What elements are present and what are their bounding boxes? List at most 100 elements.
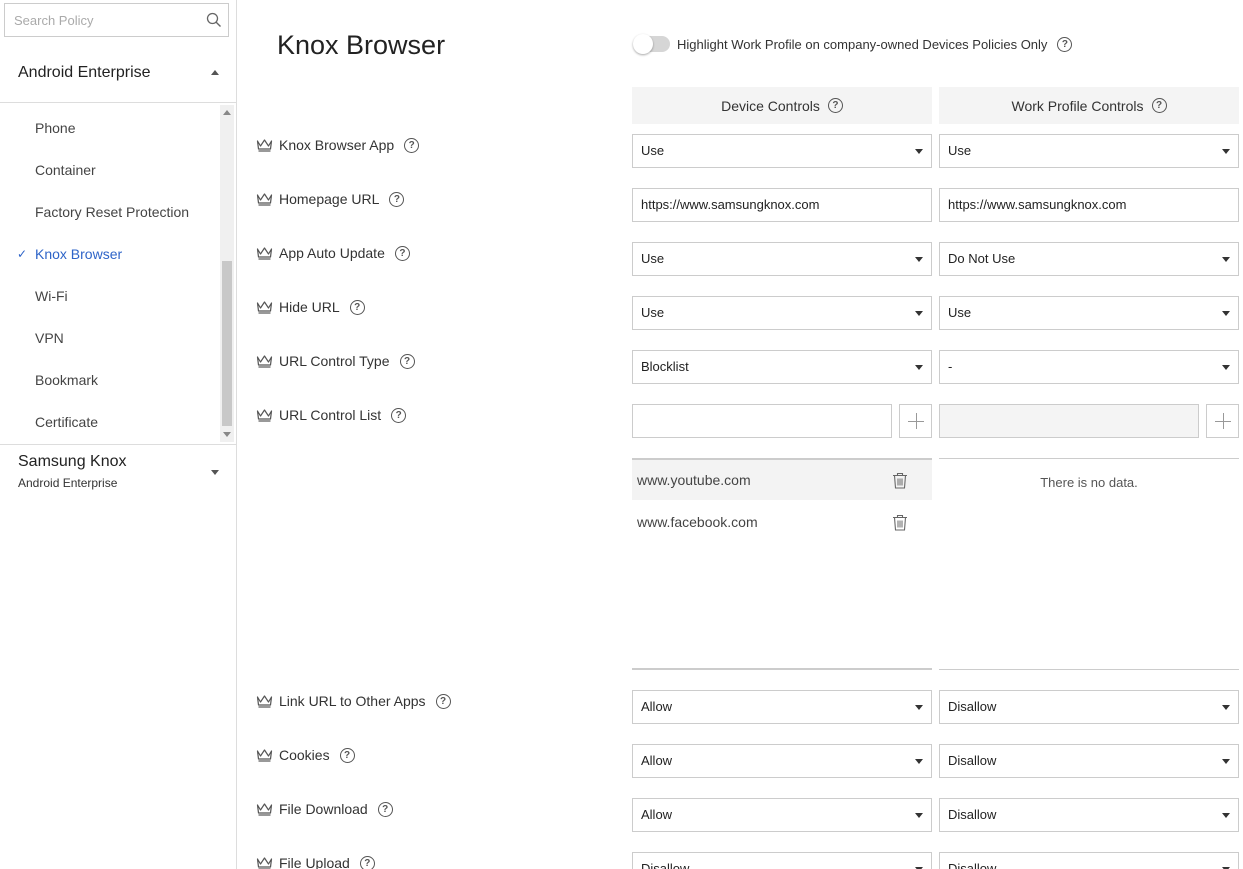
column-title: Device Controls	[721, 97, 820, 114]
trash-icon[interactable]	[892, 514, 908, 531]
chevron-down-icon[interactable]	[211, 470, 219, 475]
sidebar-item-wifi[interactable]: Wi-Fi	[35, 288, 68, 304]
row-label-text: Cookies	[279, 747, 330, 763]
row-label-url-control-type: URL Control Type ?	[256, 353, 415, 369]
help-icon[interactable]: ?	[389, 191, 405, 207]
hide-url-work-profile-select[interactable]: Use	[939, 296, 1239, 330]
help-icon[interactable]: ?	[359, 855, 375, 869]
dropdown-arrow-icon	[915, 149, 923, 154]
highlight-work-profile-toggle[interactable]	[633, 34, 670, 54]
homepage-url-work-profile-input[interactable]: https://www.samsungknox.com	[939, 188, 1239, 222]
dropdown-arrow-icon	[915, 311, 923, 316]
knox-browser-app-device-select[interactable]: Use	[632, 134, 932, 168]
dropdown-arrow-icon	[1222, 813, 1230, 818]
select-value: Disallow	[948, 699, 997, 714]
row-label-cookies: Cookies ?	[256, 747, 355, 763]
chevron-up-icon[interactable]	[211, 70, 219, 75]
dropdown-arrow-icon	[915, 257, 923, 262]
help-icon[interactable]: ?	[399, 353, 415, 369]
sidebar-item-factory-reset-protection[interactable]: Factory Reset Protection	[35, 204, 189, 220]
group-samsung-knox[interactable]: Samsung Knox Android Enterprise	[0, 444, 236, 504]
row-label-text: App Auto Update	[279, 245, 385, 261]
sidebar-item-certificate[interactable]: Certificate	[35, 414, 98, 430]
sidebar-item-knox-browser[interactable]: Knox Browser	[35, 246, 122, 262]
row-label-hide-url: Hide URL ?	[256, 299, 365, 315]
search-input[interactable]	[5, 4, 228, 36]
sidebar-item-container[interactable]: Container	[35, 162, 96, 178]
nav-list: Phone Container Factory Reset Protection…	[0, 105, 236, 443]
help-icon[interactable]: ?	[404, 137, 420, 153]
row-label-text: File Upload	[279, 855, 350, 869]
app-auto-update-work-profile-select[interactable]: Do Not Use	[939, 242, 1239, 276]
crown-icon	[256, 695, 273, 708]
search-box[interactable]	[4, 3, 229, 37]
sidebar-item-phone[interactable]: Phone	[35, 120, 75, 136]
dropdown-arrow-icon	[1222, 149, 1230, 154]
link-url-work-profile-select[interactable]: Disallow	[939, 690, 1239, 724]
url-control-list-device-input[interactable]	[632, 404, 892, 438]
dropdown-arrow-icon	[1222, 365, 1230, 370]
help-icon[interactable]: ?	[1151, 98, 1167, 113]
file-download-device-select[interactable]: Allow	[632, 798, 932, 832]
row-label-link-url-to-other-apps: Link URL to Other Apps ?	[256, 693, 451, 709]
group-title: Android Enterprise	[18, 64, 151, 81]
scroll-thumb[interactable]	[222, 261, 232, 426]
cookies-work-profile-select[interactable]: Disallow	[939, 744, 1239, 778]
row-label-text: Link URL to Other Apps	[279, 693, 426, 709]
page-title: Knox Browser	[277, 30, 446, 60]
app-auto-update-device-select[interactable]: Use	[632, 242, 932, 276]
select-value: Use	[641, 305, 665, 320]
select-value: Use	[948, 305, 972, 320]
dropdown-arrow-icon	[1222, 311, 1230, 316]
homepage-url-device-input[interactable]: https://www.samsungknox.com	[632, 188, 932, 222]
empty-state: There is no data.	[1040, 475, 1138, 490]
group-android-enterprise[interactable]: Android Enterprise	[0, 48, 236, 103]
file-download-work-profile-select[interactable]: Disallow	[939, 798, 1239, 832]
row-label-knox-browser-app: Knox Browser App ?	[256, 137, 420, 153]
file-upload-device-select[interactable]: Disallow	[632, 852, 932, 869]
help-icon[interactable]: ?	[827, 98, 843, 113]
help-icon[interactable]: ?	[339, 747, 355, 763]
trash-icon[interactable]	[892, 472, 908, 489]
url-control-type-device-select[interactable]: Blocklist	[632, 350, 932, 384]
cookies-device-select[interactable]: Allow	[632, 744, 932, 778]
list-item: www.facebook.com	[632, 502, 932, 542]
help-icon[interactable]: ?	[394, 245, 410, 261]
file-upload-work-profile-select[interactable]: Disallow	[939, 852, 1239, 869]
list-item: www.youtube.com	[632, 460, 932, 500]
scroll-down-icon[interactable]	[223, 432, 231, 437]
help-icon[interactable]: ?	[435, 693, 451, 709]
url-control-list-work-profile-input[interactable]	[939, 404, 1199, 438]
help-icon[interactable]: ?	[391, 407, 407, 423]
select-value: Do Not Use	[948, 251, 1016, 266]
select-value: -	[948, 359, 953, 374]
group-subtitle: Android Enterprise	[18, 476, 118, 490]
add-url-device-button[interactable]	[899, 404, 932, 438]
scroll-up-icon[interactable]	[223, 110, 231, 115]
help-icon[interactable]: ?	[1057, 36, 1073, 52]
search-icon[interactable]	[206, 12, 222, 28]
sidebar-item-bookmark[interactable]: Bookmark	[35, 372, 98, 388]
crown-icon	[256, 749, 273, 762]
toggle-label: Highlight Work Profile on company-owned …	[677, 36, 1048, 52]
dropdown-arrow-icon	[915, 759, 923, 764]
url-control-list-device: www.youtube.com www.facebook.com	[632, 458, 932, 670]
select-value: Disallow	[948, 807, 997, 822]
dropdown-arrow-icon	[915, 365, 923, 370]
help-icon[interactable]: ?	[377, 801, 393, 817]
dropdown-arrow-icon	[915, 705, 923, 710]
add-url-work-profile-button[interactable]	[1206, 404, 1239, 438]
select-value: Use	[948, 143, 972, 158]
row-label-text: File Download	[279, 801, 368, 817]
url-control-type-work-profile-select[interactable]: -	[939, 350, 1239, 384]
hide-url-device-select[interactable]: Use	[632, 296, 932, 330]
knox-browser-app-work-profile-select[interactable]: Use	[939, 134, 1239, 168]
row-label-text: Hide URL	[279, 299, 340, 315]
sidebar-scrollbar[interactable]	[220, 105, 234, 442]
sidebar-item-vpn[interactable]: VPN	[35, 330, 64, 346]
row-label-file-download: File Download ?	[256, 801, 393, 817]
link-url-device-select[interactable]: Allow	[632, 690, 932, 724]
select-value: Disallow	[948, 861, 997, 869]
toggle-knob	[633, 34, 653, 54]
help-icon[interactable]: ?	[349, 299, 365, 315]
